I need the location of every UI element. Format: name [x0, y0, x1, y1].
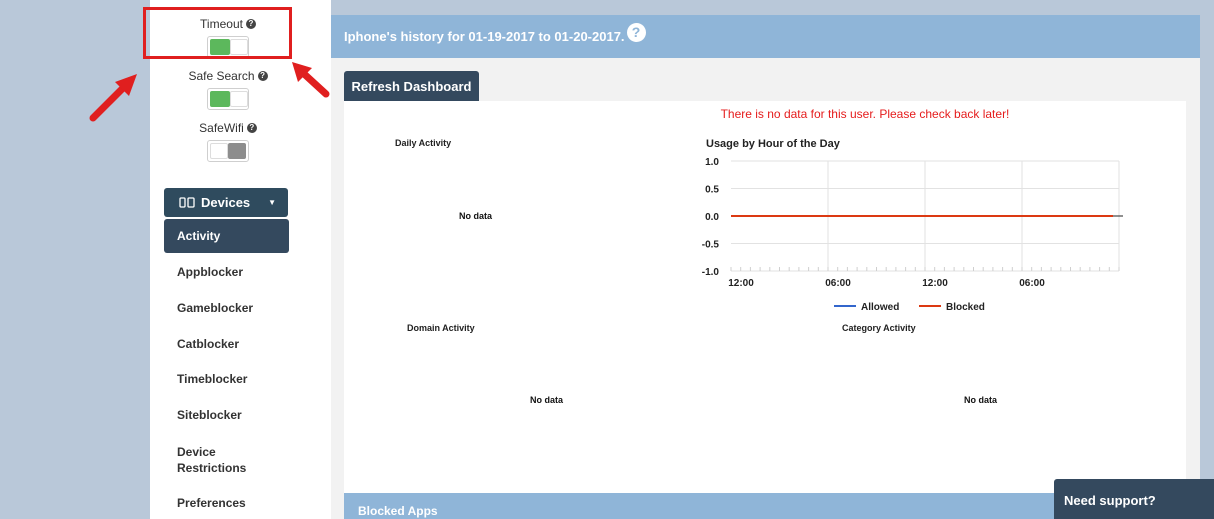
sidebar-item-siteblocker[interactable]: Siteblocker: [164, 408, 289, 422]
devices-dropdown-button[interactable]: Devices ▼: [164, 188, 288, 217]
annotation-arrow-right: [292, 62, 330, 98]
legend-label-blocked: Blocked: [946, 302, 985, 311]
help-icon[interactable]: ?: [246, 123, 257, 133]
daily-activity-title: Daily Activity: [395, 138, 452, 148]
sidebar-item-activity[interactable]: Activity: [164, 219, 289, 253]
sidebar-item-device-restrictions[interactable]: Device Restrictions: [164, 444, 264, 476]
x-tick-label: 12:00: [922, 278, 948, 289]
domain-activity-empty: No data: [530, 395, 564, 405]
safewifi-switch[interactable]: [207, 140, 249, 162]
sidebar-item-gameblocker[interactable]: Gameblocker: [164, 301, 289, 315]
daily-activity-empty: No data: [459, 211, 493, 221]
safe-search-label: Safe Search ?: [188, 69, 268, 83]
annotation-arrow-left: [89, 74, 137, 122]
sidebar-item-appblocker[interactable]: Appblocker: [164, 265, 289, 279]
highlight-box: [143, 7, 292, 59]
y-tick-label: -1.0: [702, 267, 720, 278]
safe-search-toggle-group: Safe Search ?: [150, 67, 306, 110]
x-tick-label: 12:00: [728, 278, 754, 289]
sidebar-item-preferences[interactable]: Preferences: [164, 496, 289, 510]
y-tick-label: 0.0: [705, 212, 719, 223]
y-tick-label: 1.0: [705, 157, 719, 168]
need-support-button[interactable]: Need support?: [1054, 479, 1214, 519]
legend-label-allowed: Allowed: [861, 302, 899, 311]
safewifi-toggle-group: SafeWifi ?: [150, 119, 306, 162]
sidebar-item-catblocker[interactable]: Catblocker: [164, 337, 289, 351]
switch-knob: [230, 91, 248, 107]
history-header: Iphone's history for 01-19-2017 to 01-20…: [331, 15, 1200, 58]
chevron-down-icon: ▼: [268, 198, 277, 207]
category-activity-empty: No data: [964, 395, 998, 405]
safe-search-switch[interactable]: [207, 88, 249, 110]
help-icon[interactable]: ?: [257, 71, 268, 81]
domain-activity-title: Domain Activity: [407, 323, 475, 333]
category-activity-title: Category Activity: [842, 323, 916, 333]
x-tick-label: 06:00: [1019, 278, 1045, 289]
sidebar-item-timeblocker[interactable]: Timeblocker: [164, 372, 289, 386]
help-icon[interactable]: ?: [626, 23, 646, 42]
x-tick-label: 06:00: [825, 278, 851, 289]
switch-on-fill: [210, 91, 230, 107]
y-tick-label: 0.5: [705, 185, 719, 196]
switch-knob: [210, 143, 228, 159]
dashboard-panel: There is no data for this user. Please c…: [344, 101, 1186, 493]
main-content: Iphone's history for 01-19-2017 to 01-20…: [331, 15, 1200, 519]
usage-chart-title: Usage by Hour of the Day: [706, 138, 840, 150]
page-title: Iphone's history for 01-19-2017 to 01-20…: [344, 29, 625, 44]
refresh-dashboard-button[interactable]: Refresh Dashboard: [344, 71, 479, 101]
safewifi-label: SafeWifi ?: [199, 121, 257, 135]
y-tick-label: -0.5: [702, 240, 720, 251]
phone-icon: [179, 197, 195, 208]
no-data-message: There is no data for this user. Please c…: [720, 107, 1010, 121]
usage-by-hour-chart: 1.0 0.5 0.0 -0.5 -1.0 12:00 06:00 12:00 06:00 All…: [702, 157, 1123, 311]
switch-off-fill: [228, 143, 246, 159]
devices-label: Devices: [201, 195, 251, 210]
